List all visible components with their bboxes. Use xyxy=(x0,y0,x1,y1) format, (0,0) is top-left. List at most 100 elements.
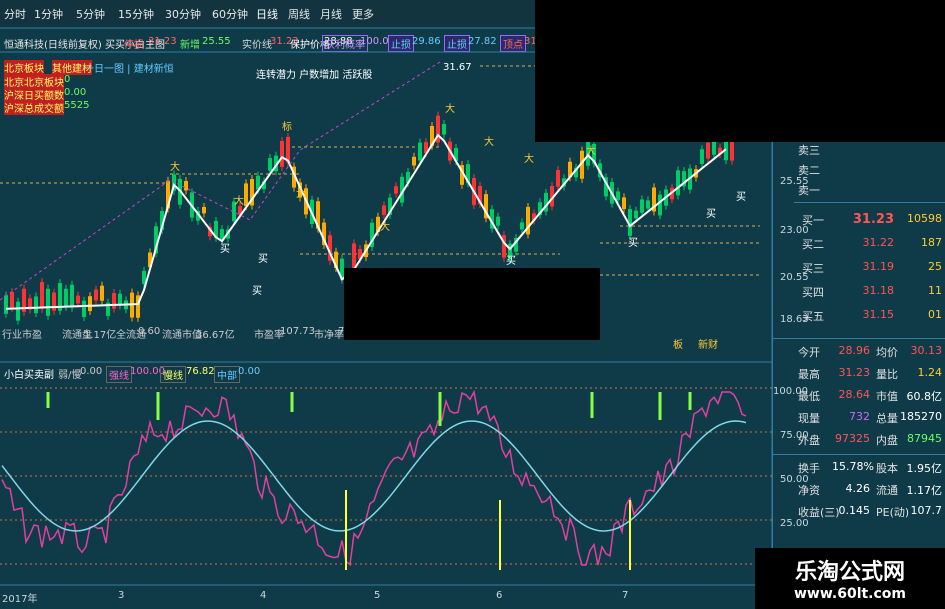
stat-val: 4.26 xyxy=(845,482,871,495)
stat-val: 1.17亿 xyxy=(906,484,943,497)
candle-body xyxy=(622,197,626,210)
stat-val: 185270 xyxy=(900,410,942,423)
bid-volume: 25 xyxy=(928,260,942,273)
bid-volume: 11 xyxy=(928,284,942,297)
bid-row: 买一 31.23 10598 xyxy=(772,212,942,234)
date-tick: 5 xyxy=(374,590,381,601)
bid-table: 买一 31.23 10598 买二 31.22 187 买三 31.19 25 … xyxy=(772,212,945,332)
bid-label: 买一 xyxy=(802,214,824,227)
sub-a-label: 弱/慢 xyxy=(58,370,82,381)
bid-label: 买三 xyxy=(802,262,824,275)
candle-body xyxy=(442,124,446,135)
candle-body xyxy=(70,284,74,308)
candle-body xyxy=(394,186,398,194)
tag-finance: 新财 xyxy=(698,340,718,351)
stat-row: 现量 732 总量 185270 xyxy=(798,410,943,426)
sub-a-value: 0.00 xyxy=(80,366,103,377)
candle-body xyxy=(64,288,68,307)
ann-buy-3: 买 xyxy=(252,286,262,297)
candle-body xyxy=(616,191,620,201)
stat-val: 87945 xyxy=(907,432,942,445)
ann-max-8: 大 xyxy=(586,146,596,157)
bid-label: 买四 xyxy=(802,286,824,299)
osc-signal-bars xyxy=(46,392,692,570)
bid-label: 买五 xyxy=(802,310,824,323)
ann-max-7: 大 xyxy=(524,154,534,165)
quote-mid-divider xyxy=(794,202,945,203)
bid-volume: 01 xyxy=(928,308,942,321)
bid-volume: 187 xyxy=(921,236,942,249)
ann-max-2: 大 xyxy=(234,196,244,207)
price-peak-label: 31.67 xyxy=(443,62,472,73)
candle-body xyxy=(244,183,248,207)
stat-val: 107.7 xyxy=(910,504,943,517)
stat-row: 最高 31.23 量比 1.24 xyxy=(798,366,943,382)
sell1-label: 卖一 xyxy=(798,184,820,197)
osc-grid xyxy=(0,387,772,565)
stat-row: 今开 28.96 均价 30.13 xyxy=(798,344,943,360)
ann-max-3: 大 xyxy=(296,189,306,200)
stat-val: 28.96 xyxy=(838,344,871,357)
bid-row: 买三 31.19 25 xyxy=(772,260,942,282)
stat-key: 最高 xyxy=(798,368,820,381)
candle-body xyxy=(700,149,704,164)
candle-body xyxy=(634,210,638,219)
sub-c-value: 76.82 xyxy=(186,366,215,377)
ann-buy-7: 买 xyxy=(736,192,746,203)
stats-table: 今开 28.96 均价 30.13 最高 31.23 量比 1.24 最低 28.64 市值 60… xyxy=(772,344,945,554)
candle-body xyxy=(100,285,104,301)
bid-price: 31.15 xyxy=(862,308,895,321)
sub-c-label: 慢线 xyxy=(160,366,186,383)
trend-line xyxy=(0,61,441,301)
candle-body xyxy=(46,288,50,316)
ann-max-6: 大 xyxy=(484,137,494,148)
candle-body xyxy=(184,181,188,191)
watermark-title: 乐淘公式网 xyxy=(794,560,905,585)
date-tick: 6 xyxy=(496,590,503,601)
stat-val: 0.145 xyxy=(838,504,871,517)
fullfloat-value: 0.60 xyxy=(138,326,161,337)
candle-body xyxy=(640,199,644,213)
candle-body xyxy=(676,170,680,196)
candle-body xyxy=(88,296,92,312)
bid-row: 买四 31.18 11 xyxy=(772,284,942,306)
ann-buy-4: 买 xyxy=(506,256,516,267)
candle-body xyxy=(706,142,710,159)
stat-key: 现量 xyxy=(798,412,820,425)
stat-val: 31.23 xyxy=(838,366,871,379)
stat-key: 净资 xyxy=(798,484,820,497)
tag-board: 板 xyxy=(673,340,683,351)
float-value: 1.17亿 xyxy=(84,330,117,341)
stat-key: 量比 xyxy=(876,368,898,381)
candle-body xyxy=(40,282,44,309)
sub-title: 小白买卖副 xyxy=(4,370,54,381)
candle-body xyxy=(4,295,8,314)
ann-buy-6: 买 xyxy=(706,209,716,220)
candle-body xyxy=(496,216,500,226)
osc-line-magenta xyxy=(1,389,747,566)
ann-mark-1: 标 xyxy=(282,122,292,133)
ann-buy-5: 买 xyxy=(628,238,638,249)
bid-label: 买二 xyxy=(802,238,824,251)
stat-val: 1.24 xyxy=(917,366,943,379)
stats-divider-2 xyxy=(772,454,945,455)
stat-row: 换手 15.78% 股本 1.95亿 xyxy=(798,460,943,476)
stat-val: 30.13 xyxy=(910,344,943,357)
candle-body xyxy=(82,300,86,318)
stat-row: 外盘 97325 内盘 87945 xyxy=(798,432,943,448)
stat-val: 732 xyxy=(849,410,870,423)
sell2-label: 卖二 xyxy=(798,164,820,177)
candle-body xyxy=(268,158,272,171)
bid-price: 31.23 xyxy=(852,212,894,227)
ann-buy-2: 买 xyxy=(258,254,268,265)
date-tick: 7 xyxy=(622,590,629,601)
stat-val: 97325 xyxy=(835,432,870,445)
stat-key: 股本 xyxy=(876,462,898,475)
stats-divider xyxy=(772,338,945,339)
pe-value: 107.73 xyxy=(280,326,315,337)
sub-d-value: 0.00 xyxy=(238,366,261,377)
ann-max-5: 大 xyxy=(445,104,455,115)
stat-key: 总量 xyxy=(876,412,898,425)
stat-row: 净资 4.26 流通 1.17亿 xyxy=(798,482,943,498)
bid-price: 31.19 xyxy=(862,260,895,273)
